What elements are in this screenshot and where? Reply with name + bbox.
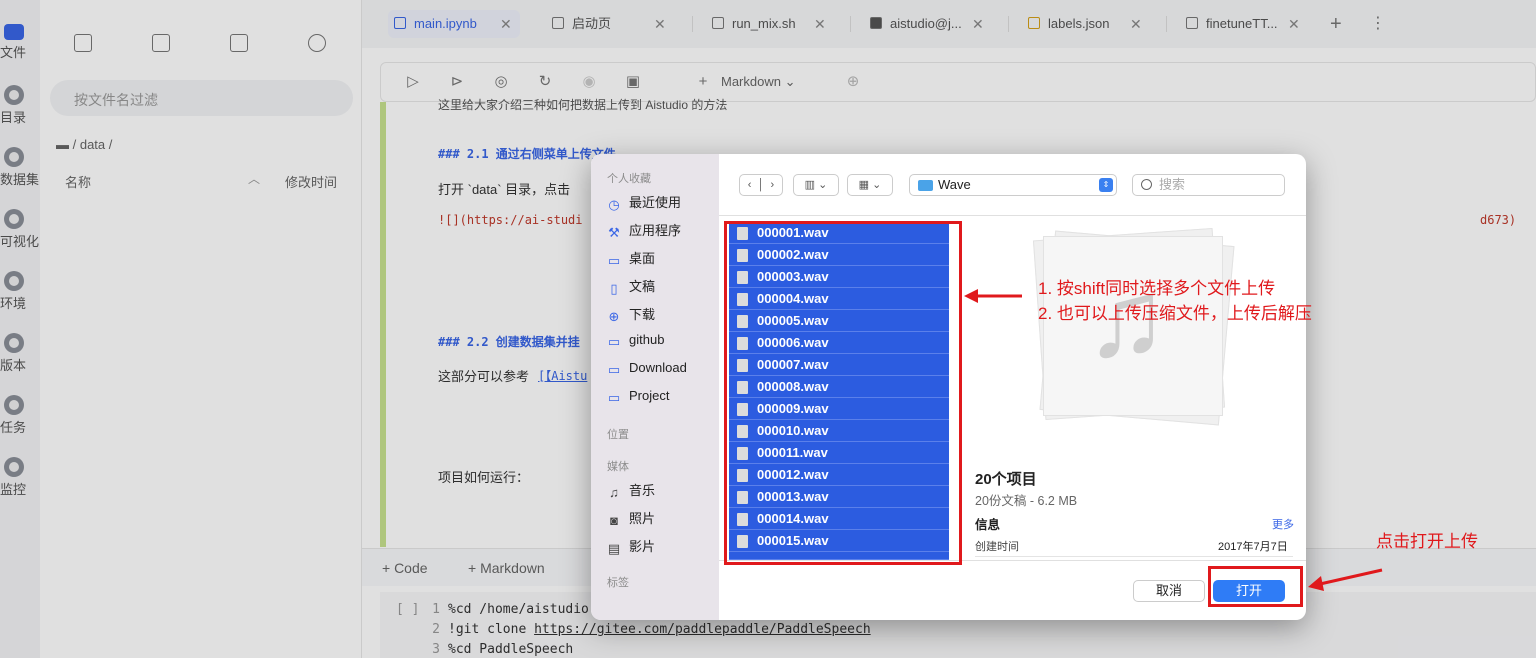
chevron-left-icon[interactable]: ‹	[748, 179, 752, 191]
annotation-arrow-open	[1308, 568, 1383, 591]
annotation-arrow-left	[964, 289, 1022, 303]
sidebar-item-label: 下载	[629, 307, 656, 322]
desktop-icon: ▭	[607, 253, 621, 268]
annotation-text: 1. 按shift同时选择多个文件上传	[1038, 279, 1276, 298]
sidebar-item-download-folder[interactable]: ▭ Download	[607, 360, 687, 377]
sidebar-section-favorites: 个人收藏	[607, 173, 651, 185]
columns-view-icon: ▥	[804, 179, 816, 191]
chevron-down-icon: ⌄	[818, 179, 828, 191]
annotation-box-file-list	[724, 221, 962, 565]
sidebar-item-movies[interactable]: ▤ 影片	[607, 536, 655, 556]
search-placeholder: 搜索	[1159, 177, 1186, 192]
search-icon	[1141, 179, 1152, 190]
dialog-sidebar: 个人收藏 ◷ 最近使用 ⚒ 应用程序 ▭ 桌面 ▯ 文稿 ⊕ 下载 ▭ github ▭ Do…	[591, 154, 719, 620]
annotation-box-open	[1208, 566, 1303, 607]
folder-icon: ▭	[607, 334, 621, 349]
film-icon: ▤	[607, 541, 621, 556]
sidebar-item-label: 最近使用	[629, 195, 682, 210]
sidebar-item-desktop[interactable]: ▭ 桌面	[607, 248, 655, 268]
location-popup[interactable]: Wave ⇕	[909, 174, 1117, 196]
folder-icon	[918, 180, 933, 191]
annotation-text: 2. 也可以上传压缩文件，上传后解压	[1038, 304, 1312, 323]
sidebar-item-github[interactable]: ▭ github	[607, 332, 665, 349]
sidebar-item-project[interactable]: ▭ Project	[607, 388, 670, 405]
sidebar-item-label: 影片	[629, 539, 656, 554]
sidebar-item-label: 照片	[629, 511, 656, 526]
sidebar-item-downloads[interactable]: ⊕ 下载	[607, 304, 655, 324]
sidebar-item-recents[interactable]: ◷ 最近使用	[607, 192, 681, 212]
file-preview: ♫	[1021, 224, 1241, 454]
search-field[interactable]: 搜索	[1132, 174, 1285, 196]
info-created-value: 2017年7月7日	[1218, 541, 1288, 553]
sidebar-item-label: 文稿	[629, 279, 656, 294]
sidebar-item-label: 桌面	[629, 251, 656, 266]
sidebar-item-applications[interactable]: ⚒ 应用程序	[607, 220, 681, 240]
chevron-right-icon[interactable]: ›	[771, 179, 775, 191]
info-divider	[975, 556, 1293, 557]
dialog-toolbar: ‹ │ › ▥ ⌄ ▦ ⌄ Wave ⇕ 搜索	[719, 154, 1306, 216]
sidebar-item-label: 音乐	[629, 483, 656, 498]
info-title: 20个项目	[975, 471, 1037, 488]
info-subtitle: 20份文稿 - 6.2 MB	[975, 494, 1078, 508]
sidebar-item-documents[interactable]: ▯ 文稿	[607, 276, 655, 296]
folder-icon: ▭	[607, 390, 621, 405]
sidebar-item-music[interactable]: ♫ 音乐	[607, 480, 655, 500]
sidebar-section-tags: 标签	[607, 577, 629, 589]
info-more-link[interactable]: 更多	[1272, 516, 1294, 532]
grid-view-icon: ▦	[858, 179, 870, 191]
sidebar-section-locations: 位置	[607, 429, 629, 441]
view-columns-button[interactable]: ▥ ⌄	[793, 174, 839, 196]
sidebar-item-label: github	[629, 332, 665, 347]
sidebar-section-media: 媒体	[607, 461, 629, 473]
applications-icon: ⚒	[608, 225, 620, 240]
chevron-down-icon: ⌄	[872, 179, 882, 191]
clock-icon: ◷	[608, 197, 620, 212]
annotation-text: 点击打开上传	[1376, 532, 1478, 551]
download-icon: ⊕	[608, 309, 620, 324]
sidebar-item-label: Download	[629, 360, 687, 375]
info-created-label: 创建时间	[975, 541, 1019, 553]
cancel-button[interactable]: 取消	[1133, 580, 1205, 602]
view-grid-button[interactable]: ▦ ⌄	[847, 174, 893, 196]
up-down-arrows-icon: ⇕	[1099, 178, 1113, 192]
sidebar-item-label: Project	[629, 388, 670, 403]
back-forward-buttons[interactable]: ‹ │ ›	[739, 174, 783, 196]
sidebar-item-photos[interactable]: ◙ 照片	[607, 508, 655, 528]
info-heading: 信息	[975, 518, 1001, 532]
location-label: Wave	[938, 177, 971, 192]
document-icon: ▯	[610, 281, 618, 296]
music-note-icon: ♫	[609, 485, 619, 500]
folder-icon: ▭	[607, 362, 621, 377]
camera-icon: ◙	[610, 513, 618, 528]
sidebar-item-label: 应用程序	[629, 223, 682, 238]
